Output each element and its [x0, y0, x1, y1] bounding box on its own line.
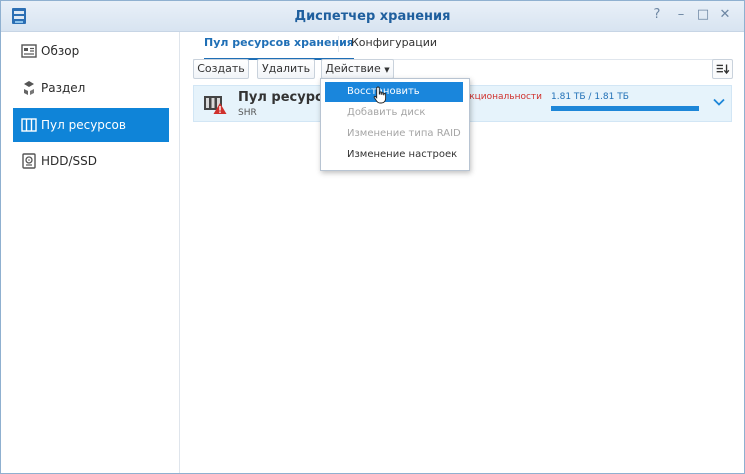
maximize-icon[interactable]: □ — [695, 7, 711, 23]
sidebar-item-storage-pool[interactable]: Пул ресурсов хранения — [13, 108, 169, 166]
pool-status-text: ункциональности — [458, 92, 543, 102]
menu-item-repair[interactable]: Восстановить — [325, 82, 463, 102]
hand-pointer-icon — [373, 86, 387, 104]
sidebar-item-hdd-ssd[interactable]: HDD/SSD — [13, 145, 169, 177]
title-bar: Диспетчер хранения ? – □ ✕ — [1, 1, 744, 32]
chevron-down-icon[interactable] — [712, 95, 726, 109]
pool-raid-type: SHR — [238, 108, 257, 118]
storage-manager-window: Диспетчер хранения ? – □ ✕ Обзор Раздел — [0, 0, 745, 474]
sidebar-item-label: Обзор — [41, 44, 80, 58]
storage-pool-warning-icon — [204, 96, 227, 114]
tab-configurations[interactable]: Конфигурации — [351, 32, 437, 58]
pool-usage-fill — [551, 106, 699, 111]
disk-icon — [22, 153, 36, 169]
sidebar-item-label: Раздел — [41, 81, 86, 95]
caret-down-icon: ▼ — [384, 66, 390, 74]
action-dropdown-menu: Восстановить Добавить диск Изменение тип… — [320, 78, 470, 171]
overview-icon — [21, 44, 37, 58]
tab-storage-pool[interactable]: Пул ресурсов хранения — [204, 32, 354, 60]
tab-bar: Пул ресурсов хранения Конфигурации — [193, 32, 728, 60]
menu-item-add-disk: Добавить диск — [347, 107, 426, 118]
tab-divider — [338, 36, 339, 52]
menu-item-edit-settings[interactable]: Изменение настроек — [325, 145, 463, 165]
minimize-icon[interactable]: – — [673, 7, 689, 23]
close-icon[interactable]: ✕ — [717, 7, 733, 23]
sidebar-item-overview[interactable]: Обзор — [13, 35, 169, 67]
action-button[interactable]: Действие ▼ — [321, 59, 394, 79]
pool-capacity: 1.81 ТБ / 1.81 ТБ — [551, 92, 629, 102]
sort-icon — [716, 64, 730, 75]
sort-button[interactable] — [712, 59, 733, 79]
sidebar-item-volume[interactable]: Раздел — [13, 72, 169, 104]
volume-icon — [24, 81, 34, 95]
action-button-label: Действие — [325, 62, 381, 75]
sidebar: Обзор Раздел Пул ресурсов хранения HDD/S… — [1, 32, 180, 473]
storage-pool-icon — [21, 118, 37, 132]
delete-button[interactable]: Удалить — [257, 59, 315, 79]
pool-usage-bar — [551, 106, 699, 111]
create-button[interactable]: Создать — [193, 59, 249, 79]
menu-item-change-raid-type: Изменение типа RAID — [347, 128, 461, 139]
window-title: Диспетчер хранения — [294, 9, 451, 24]
help-icon[interactable]: ? — [649, 7, 665, 23]
sidebar-item-label: HDD/SSD — [41, 154, 98, 168]
